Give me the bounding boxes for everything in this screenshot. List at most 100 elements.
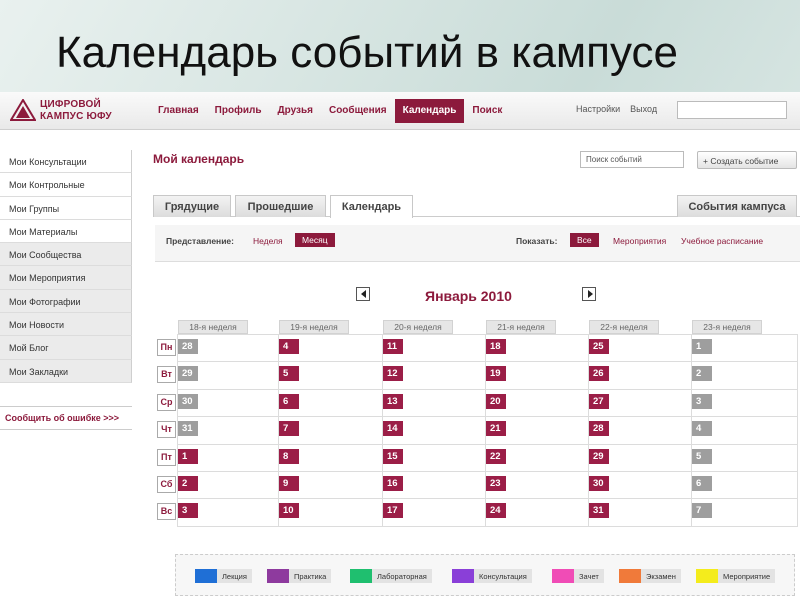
event-search-input[interactable]: Поиск событий (580, 151, 684, 168)
week-label: 22-я неделя (589, 320, 659, 334)
global-search-input[interactable] (677, 101, 787, 119)
weekday-label: Сб (157, 476, 176, 493)
weekday-label: Ср (157, 393, 176, 411)
calendar-day[interactable]: 5 (279, 366, 299, 382)
tab-calendar[interactable]: Календарь (330, 195, 413, 218)
calendar-day[interactable]: 5 (692, 448, 712, 464)
calendar-day[interactable]: 20 (486, 393, 506, 409)
view-month-button[interactable]: Месяц (295, 233, 335, 247)
sidebar-item-consultations[interactable]: Мои Консультации (0, 150, 132, 174)
show-all-button[interactable]: Все (570, 233, 599, 247)
calendar-day[interactable]: 2 (178, 476, 198, 491)
grid-row-line (177, 416, 797, 418)
legend-label: Консультация (474, 569, 532, 583)
grid-row-line (177, 361, 797, 363)
calendar-day[interactable]: 24 (486, 503, 506, 519)
prev-month-button[interactable] (356, 287, 370, 301)
calendar-day[interactable]: 28 (178, 339, 198, 354)
next-month-button[interactable] (582, 287, 596, 301)
logo-line-1: ЦИФРОВОЙ (40, 99, 101, 110)
logo-line-2: КАМПУС ЮФУ (40, 111, 112, 122)
weekday-label: Вт (157, 366, 176, 384)
legend-label: Лекция (217, 569, 252, 583)
weekday-label: Пт (157, 448, 176, 466)
legend-swatch (350, 569, 372, 583)
calendar-day[interactable]: 16 (383, 476, 403, 491)
calendar-day[interactable]: 22 (486, 448, 506, 464)
sidebar-item-events[interactable]: Мои Мероприятия (0, 266, 132, 290)
show-schedule-link[interactable]: Учебное расписание (681, 236, 763, 246)
calendar-day[interactable]: 17 (383, 503, 403, 519)
calendar-day[interactable]: 31 (589, 503, 609, 519)
calendar-day[interactable]: 29 (589, 448, 609, 464)
show-events-link[interactable]: Мероприятия (613, 236, 666, 246)
calendar-day[interactable]: 27 (589, 393, 609, 409)
main-nav: Главная Профиль Друзья Сообщения Календа… (150, 99, 510, 123)
nav-home[interactable]: Главная (150, 99, 207, 123)
view-week-link[interactable]: Неделя (253, 236, 283, 246)
sidebar-item-blog[interactable]: Мой Блог (0, 336, 132, 360)
calendar-day[interactable]: 6 (279, 393, 299, 409)
calendar-day[interactable]: 7 (692, 503, 712, 519)
calendar-day[interactable]: 3 (692, 393, 712, 409)
calendar-day[interactable]: 3 (178, 503, 198, 519)
calendar-day[interactable]: 4 (692, 421, 712, 437)
calendar-day[interactable]: 13 (383, 393, 403, 409)
week-label: 21-я неделя (486, 320, 556, 334)
nav-friends[interactable]: Друзья (269, 99, 320, 123)
calendar-day[interactable]: 15 (383, 448, 403, 464)
calendar-day[interactable]: 1 (178, 448, 198, 464)
legend-swatch (552, 569, 574, 583)
calendar-day[interactable]: 30 (178, 393, 198, 409)
nav-messages[interactable]: Сообщения (321, 99, 395, 123)
sidebar: Мои Консультации Мои Контрольные Мои Гру… (0, 150, 132, 383)
week-label: 19-я неделя (279, 320, 349, 334)
settings-link[interactable]: Настройки (576, 104, 620, 114)
week-label: 23-я неделя (692, 320, 762, 334)
sidebar-item-bookmarks[interactable]: Мои Закладки (0, 359, 132, 383)
calendar-day[interactable]: 6 (692, 476, 712, 491)
create-event-button[interactable]: + Создать событие (697, 151, 797, 169)
calendar-day[interactable]: 7 (279, 421, 299, 437)
sidebar-item-tests[interactable]: Мои Контрольные (0, 173, 132, 197)
report-error-link[interactable]: Сообщить об ошибке >>> (0, 406, 132, 430)
tab-upcoming[interactable]: Грядущие (153, 195, 231, 217)
calendar-day[interactable]: 23 (486, 476, 506, 491)
sidebar-item-photos[interactable]: Мои Фотографии (0, 289, 132, 314)
weekday-label: Пн (157, 339, 176, 356)
tab-campus-events[interactable]: События кампуса (677, 195, 797, 217)
calendar-day[interactable]: 19 (486, 366, 506, 382)
nav-calendar[interactable]: Календарь (394, 99, 465, 123)
calendar-day[interactable]: 18 (486, 339, 506, 354)
nav-search[interactable]: Поиск (464, 99, 510, 123)
sidebar-item-materials[interactable]: Мои Материалы (0, 219, 132, 244)
sidebar-item-communities[interactable]: Мои Сообщества (0, 243, 132, 267)
calendar-day[interactable]: 12 (383, 366, 403, 382)
sidebar-item-groups[interactable]: Мои Группы (0, 196, 132, 220)
calendar-day[interactable]: 29 (178, 366, 198, 382)
calendar-day[interactable]: 21 (486, 421, 506, 437)
calendar-day[interactable]: 26 (589, 366, 609, 382)
calendar-day[interactable]: 30 (589, 476, 609, 491)
calendar-day[interactable]: 2 (692, 366, 712, 382)
sidebar-item-news[interactable]: Мои Новости (0, 313, 132, 337)
show-label: Показать: (516, 236, 558, 246)
slide-title: Календарь событий в кампусе (56, 28, 678, 77)
legend-label: Мероприятие (718, 569, 776, 583)
calendar-day[interactable]: 8 (279, 448, 299, 464)
calendar-day[interactable]: 4 (279, 339, 299, 354)
logout-link[interactable]: Выход (630, 104, 657, 114)
weekday-label: Чт (157, 421, 176, 439)
calendar-day[interactable]: 11 (383, 339, 403, 354)
calendar-day[interactable]: 31 (178, 421, 198, 437)
nav-profile[interactable]: Профиль (207, 99, 270, 123)
logo-mark-icon (10, 99, 36, 121)
tab-past[interactable]: Прошедшие (235, 195, 326, 217)
calendar-day[interactable]: 25 (589, 339, 609, 354)
campus-logo[interactable]: ЦИФРОВОЙ КАМПУС ЮФУ (10, 97, 130, 125)
calendar-day[interactable]: 10 (279, 503, 299, 519)
calendar-day[interactable]: 9 (279, 476, 299, 491)
calendar-day[interactable]: 28 (589, 421, 609, 437)
calendar-day[interactable]: 14 (383, 421, 403, 437)
calendar-day[interactable]: 1 (692, 339, 712, 354)
